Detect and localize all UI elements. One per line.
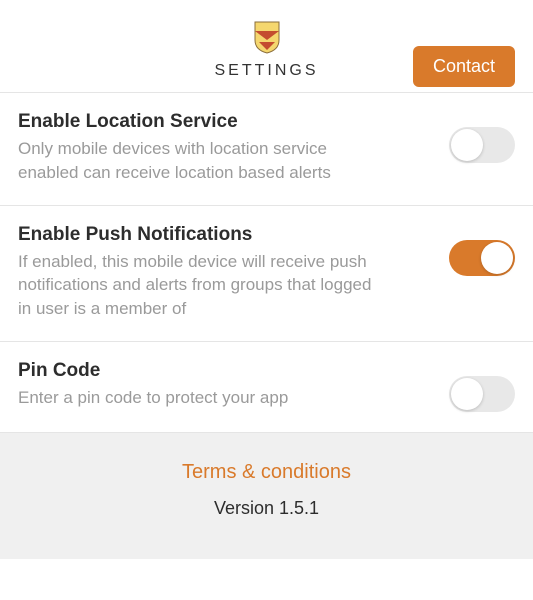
toggle-knob	[481, 242, 513, 274]
setting-text: Enable Push Notifications If enabled, th…	[18, 224, 388, 321]
contact-button[interactable]: Contact	[413, 46, 515, 87]
setting-description: Enter a pin code to protect your app	[18, 386, 388, 410]
version-label: Version 1.5.1	[0, 498, 533, 519]
settings-footer: Terms & conditions Version 1.5.1	[0, 433, 533, 559]
setting-description: Only mobile devices with location servic…	[18, 137, 388, 185]
setting-location-service: Enable Location Service Only mobile devi…	[0, 93, 533, 206]
setting-title: Enable Push Notifications	[18, 224, 388, 246]
setting-title: Enable Location Service	[18, 111, 388, 133]
toggle-knob	[451, 378, 483, 410]
setting-text: Enable Location Service Only mobile devi…	[18, 111, 388, 185]
setting-description: If enabled, this mobile device will rece…	[18, 250, 388, 321]
terms-conditions-link[interactable]: Terms & conditions	[182, 461, 351, 483]
setting-pin-code: Pin Code Enter a pin code to protect you…	[0, 342, 533, 433]
setting-push-notifications: Enable Push Notifications If enabled, th…	[0, 206, 533, 342]
push-notifications-toggle[interactable]	[449, 240, 515, 276]
setting-title: Pin Code	[18, 360, 388, 382]
setting-text: Pin Code Enter a pin code to protect you…	[18, 360, 388, 410]
settings-header: SETTINGS Contact	[0, 0, 533, 93]
toggle-knob	[451, 129, 483, 161]
location-service-toggle[interactable]	[449, 127, 515, 163]
pin-code-toggle[interactable]	[449, 376, 515, 412]
shield-crest-icon	[253, 20, 281, 54]
